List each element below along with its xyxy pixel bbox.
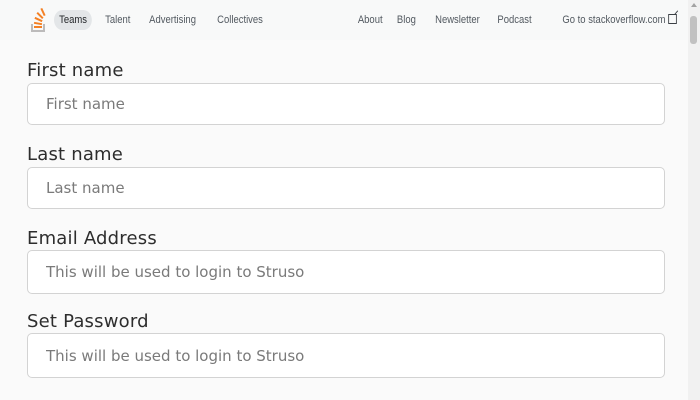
first-name-label: First name	[27, 60, 124, 81]
nav-stackoverflow-label: Go to stackoverflow.com	[562, 14, 666, 26]
scroll-up-arrow-icon[interactable]	[691, 3, 697, 7]
top-navigation-bar: Teams Talent Advertising Collectives Abo…	[0, 0, 688, 41]
nav-blog-link[interactable]: Blog	[392, 10, 421, 30]
nav-collectives-link[interactable]: Collectives	[212, 10, 268, 30]
password-label: Set Password	[27, 311, 149, 332]
nav-newsletter-link[interactable]: Newsletter	[430, 10, 485, 30]
nav-advertising-link[interactable]: Advertising	[144, 10, 201, 30]
external-link-icon	[668, 14, 677, 24]
email-input[interactable]	[27, 250, 665, 294]
password-input[interactable]	[27, 333, 665, 378]
last-name-input[interactable]	[27, 167, 665, 209]
email-label: Email Address	[27, 228, 157, 249]
nav-about-link[interactable]: About	[352, 10, 387, 30]
nav-podcast-link[interactable]: Podcast	[493, 10, 538, 30]
page-scrollbar[interactable]	[688, 0, 700, 400]
nav-stackoverflow-link[interactable]: Go to stackoverflow.com	[557, 10, 682, 30]
nav-talent-link[interactable]: Talent	[100, 10, 136, 30]
stackoverflow-logo-icon[interactable]	[30, 7, 48, 33]
first-name-input[interactable]	[27, 83, 665, 125]
scrollbar-thumb[interactable]	[690, 16, 697, 44]
last-name-label: Last name	[27, 144, 124, 165]
nav-teams-link[interactable]: Teams	[54, 10, 93, 30]
signup-form: First name Last name Email Address Set P…	[0, 40, 688, 400]
nav-right-group: About Blog Newsletter Podcast Go to stac…	[347, 10, 682, 30]
nav-left-group: Teams Talent Advertising Collectives	[54, 10, 277, 30]
